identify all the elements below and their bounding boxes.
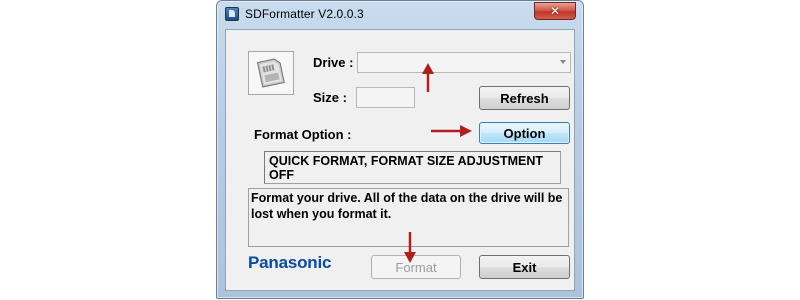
chevron-down-icon[interactable] — [560, 60, 566, 64]
panasonic-logo: Panasonic — [248, 253, 332, 272]
sdformatter-window: SDFormatter V2.0.0.3 ✕ Drive: Size: Re… — [216, 0, 584, 299]
format-button[interactable]: Format — [371, 255, 461, 279]
message-box: Format your drive. All of the data on th… — [248, 188, 569, 247]
size-label: Size : — [313, 90, 347, 105]
exit-button[interactable]: Exit — [479, 255, 570, 279]
title-bar[interactable]: SDFormatter V2.0.0.3 ✕ — [217, 1, 583, 27]
format-option-summary: QUICK FORMAT, FORMAT SIZE ADJUSTMENT OFF — [264, 151, 561, 184]
window-client-area: Drive : Size : Refresh Format Option : O… — [225, 29, 575, 291]
size-field — [356, 87, 415, 108]
refresh-button[interactable]: Refresh — [479, 86, 570, 110]
close-icon: ✕ — [549, 4, 561, 18]
format-option-label: Format Option : — [254, 127, 352, 142]
close-button[interactable]: ✕ — [534, 2, 576, 20]
option-button[interactable]: Option — [479, 122, 570, 144]
sd-card-icon — [248, 51, 294, 95]
screen: SDFormatter V2.0.0.3 ✕ Drive: Size: Re… — [0, 0, 800, 300]
window-title: SDFormatter V2.0.0.3 — [245, 7, 364, 21]
sd-formatter-app-icon — [225, 7, 239, 21]
drive-label: Drive : — [313, 55, 354, 70]
drive-dropdown[interactable] — [357, 52, 571, 73]
